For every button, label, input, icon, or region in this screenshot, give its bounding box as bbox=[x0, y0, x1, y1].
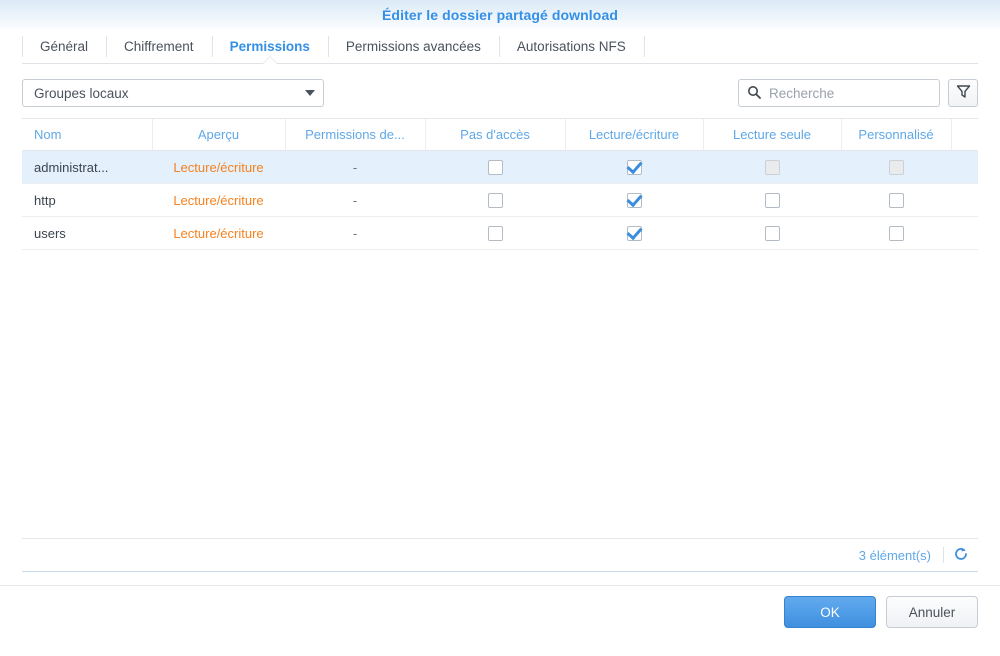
search-box[interactable] bbox=[738, 79, 948, 107]
tab-label: Autorisations NFS bbox=[516, 39, 626, 54]
table-row[interactable]: http Lecture/écriture - bbox=[22, 183, 978, 217]
table-row[interactable]: users Lecture/écriture - bbox=[22, 216, 978, 250]
table-row[interactable]: administrat... Lecture/écriture - bbox=[22, 150, 978, 184]
tab-label: Chiffrement bbox=[124, 39, 194, 54]
checkbox-read-write[interactable] bbox=[626, 160, 642, 176]
cell-filler bbox=[951, 150, 978, 184]
cell-filler bbox=[951, 183, 978, 217]
group-type-select-value: Groupes locaux bbox=[34, 85, 129, 101]
checkbox-read-write[interactable] bbox=[626, 226, 642, 242]
column-header-pas-dacces[interactable]: Pas d'accès bbox=[425, 119, 566, 151]
cell-custom bbox=[841, 183, 951, 217]
permissions-grid: Nom Aperçu Permissions de... Pas d'accès… bbox=[22, 118, 978, 539]
dialog-footer: OK Annuler bbox=[0, 586, 1000, 638]
checkbox-custom[interactable] bbox=[888, 226, 904, 242]
column-header-lecture-seule[interactable]: Lecture seule bbox=[703, 119, 842, 151]
dialog-title: Éditer le dossier partagé download bbox=[381, 6, 618, 23]
column-header-filler bbox=[951, 119, 978, 151]
cell-no-access bbox=[425, 150, 565, 184]
cell-permissions: - bbox=[285, 150, 425, 184]
checkbox-custom[interactable] bbox=[888, 193, 904, 209]
tab-label: Permissions bbox=[229, 39, 310, 54]
tab-permissions-avancees[interactable]: Permissions avancées bbox=[327, 30, 499, 63]
cell-permissions: - bbox=[285, 183, 425, 217]
cancel-button[interactable]: Annuler bbox=[886, 596, 978, 628]
checkbox-read-only[interactable] bbox=[764, 193, 780, 209]
refresh-icon bbox=[953, 546, 969, 565]
grid-status-bar: 3 élément(s) bbox=[22, 539, 978, 572]
cell-read-only bbox=[703, 150, 841, 184]
tab-bar: Général Chiffrement Permissions Permissi… bbox=[22, 30, 978, 64]
cell-name: http bbox=[22, 183, 152, 217]
tab-end-divider bbox=[643, 36, 645, 57]
cell-no-access bbox=[425, 183, 565, 217]
tab-chiffrement[interactable]: Chiffrement bbox=[106, 30, 212, 63]
checkbox-custom bbox=[888, 160, 904, 176]
chevron-down-icon bbox=[305, 90, 315, 96]
checkbox-no-access[interactable] bbox=[487, 193, 503, 209]
tab-general[interactable]: Général bbox=[22, 30, 106, 63]
grid-toolbar: Groupes locaux bbox=[22, 78, 978, 108]
checkbox-read-only[interactable] bbox=[764, 226, 780, 242]
ok-button[interactable]: OK bbox=[784, 596, 876, 628]
cell-read-write bbox=[565, 183, 703, 217]
cell-preview: Lecture/écriture bbox=[152, 216, 285, 250]
cell-custom bbox=[841, 150, 951, 184]
cell-read-only bbox=[703, 183, 841, 217]
tab-permissions[interactable]: Permissions bbox=[211, 30, 328, 63]
column-header-apercu[interactable]: Aperçu bbox=[152, 119, 286, 151]
column-header-permissions-de[interactable]: Permissions de... bbox=[285, 119, 426, 151]
cell-name: users bbox=[22, 216, 152, 250]
permissions-table: Nom Aperçu Permissions de... Pas d'accès… bbox=[22, 119, 978, 250]
search-icon bbox=[747, 85, 761, 102]
cell-read-write bbox=[565, 216, 703, 250]
table-header-row: Nom Aperçu Permissions de... Pas d'accès… bbox=[22, 119, 978, 151]
cell-preview: Lecture/écriture bbox=[152, 150, 285, 184]
cell-name: administrat... bbox=[22, 150, 152, 184]
filter-button[interactable] bbox=[948, 79, 978, 107]
column-header-nom[interactable]: Nom bbox=[22, 119, 153, 151]
cell-custom bbox=[841, 216, 951, 250]
refresh-button[interactable] bbox=[944, 546, 978, 565]
cell-read-write bbox=[565, 150, 703, 184]
cell-preview: Lecture/écriture bbox=[152, 183, 285, 217]
funnel-icon bbox=[956, 84, 971, 102]
dialog-titlebar: Éditer le dossier partagé download bbox=[0, 0, 1000, 30]
checkbox-read-write[interactable] bbox=[626, 193, 642, 209]
cell-filler bbox=[951, 216, 978, 250]
group-type-select[interactable]: Groupes locaux bbox=[22, 79, 324, 107]
tab-label: Permissions avancées bbox=[345, 39, 481, 54]
checkbox-no-access[interactable] bbox=[487, 226, 503, 242]
tab-label: Général bbox=[40, 39, 89, 54]
search-input[interactable] bbox=[767, 84, 948, 102]
cell-no-access bbox=[425, 216, 565, 250]
item-count-label: 3 élément(s) bbox=[858, 547, 931, 563]
tab-autorisations-nfs[interactable]: Autorisations NFS bbox=[498, 30, 644, 63]
cell-read-only bbox=[703, 216, 841, 250]
column-header-lecture-ecriture[interactable]: Lecture/écriture bbox=[565, 119, 704, 151]
toolbar-right-group bbox=[738, 79, 978, 107]
checkbox-read-only bbox=[764, 160, 780, 176]
checkbox-no-access[interactable] bbox=[487, 160, 503, 176]
column-header-personnalise[interactable]: Personnalisé bbox=[841, 119, 952, 151]
cell-permissions: - bbox=[285, 216, 425, 250]
